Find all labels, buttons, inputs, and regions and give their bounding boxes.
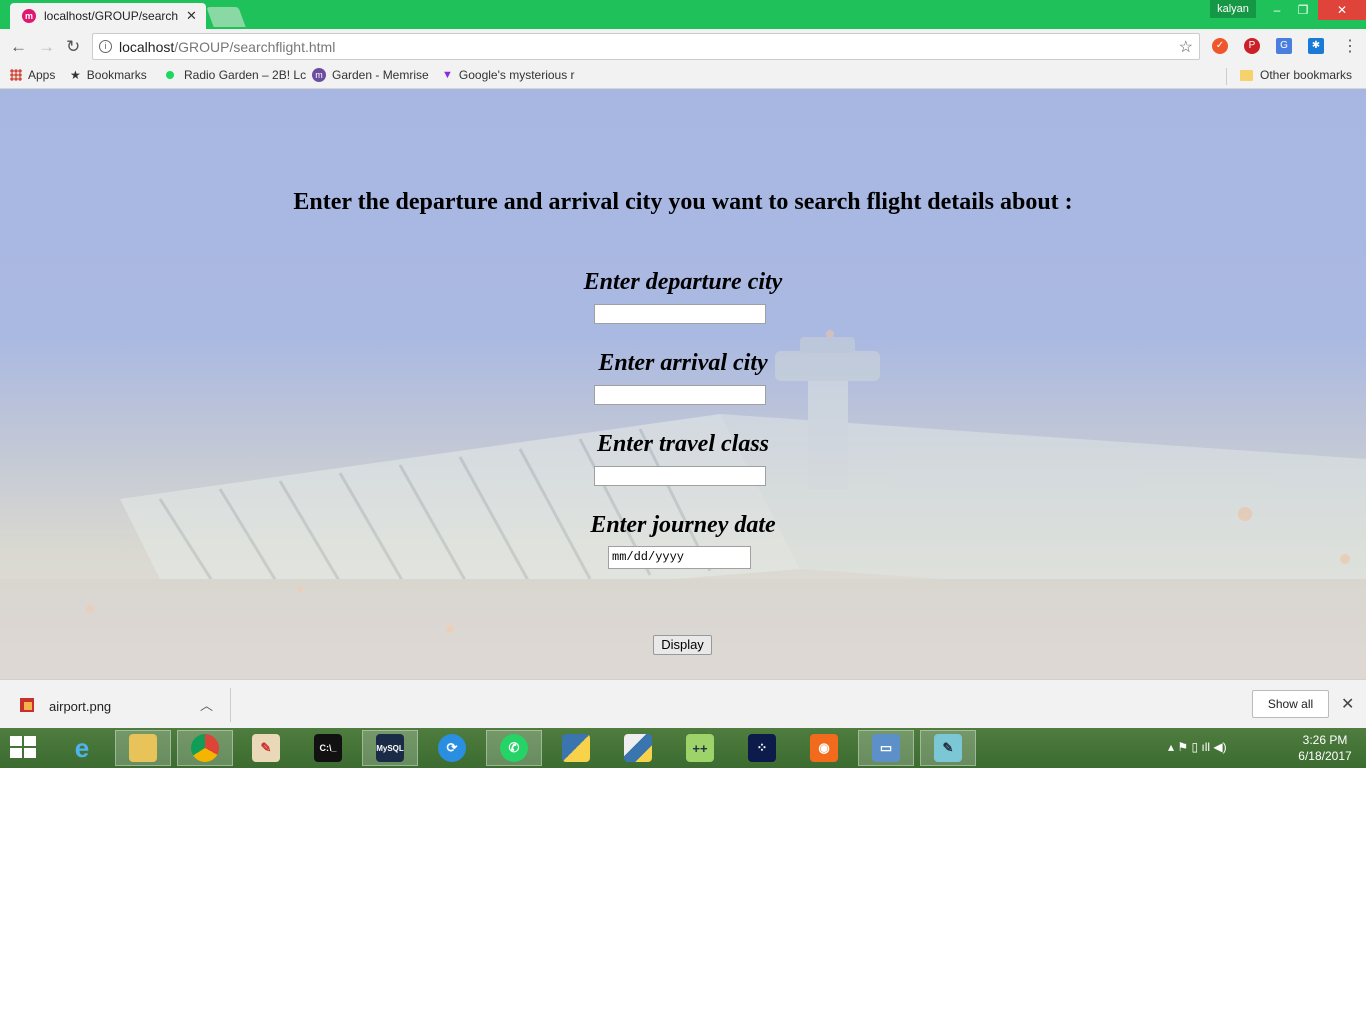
bookmark-google-article[interactable]: ▼ Google's mysterious r	[442, 68, 575, 82]
memrise-favicon-icon: m	[22, 9, 36, 23]
memrise-icon: m	[312, 68, 326, 82]
whatsapp-icon[interactable]: ✆	[486, 730, 542, 766]
travel-class-label: Enter travel class	[597, 431, 769, 457]
restore-button[interactable]: ❐	[1290, 0, 1316, 20]
bookmark-separator	[1226, 68, 1227, 85]
browser-tab[interactable]: m localhost/GROUP/searchf ✕	[10, 3, 206, 29]
pinterest-icon[interactable]: P	[1244, 38, 1260, 54]
arrival-city-input[interactable]	[594, 385, 766, 405]
notepad-plus-icon[interactable]: ++	[672, 730, 728, 766]
back-icon[interactable]: ←	[10, 37, 27, 57]
mysql-icon[interactable]: MySQL	[362, 730, 418, 766]
date-label: 6/18/2017	[1298, 749, 1352, 763]
bookmark-label: Apps	[28, 68, 56, 82]
translate-icon[interactable]: G	[1276, 38, 1292, 54]
bookmark-radio-garden[interactable]: Radio Garden – 2B! Lc	[166, 68, 306, 82]
chevron-up-icon[interactable]: ︿	[200, 695, 213, 714]
journey-date-input[interactable]: mm/dd/yyyy	[608, 546, 751, 569]
notes-icon[interactable]: ✎	[920, 730, 976, 766]
minimize-button[interactable]: –	[1264, 0, 1290, 20]
page-content: Enter the departure and arrival city you…	[0, 89, 1366, 679]
address-bar[interactable]: i localhost/GROUP/searchflight.html ☆	[92, 33, 1200, 60]
clock[interactable]: 3:26 PM 6/18/2017	[1290, 732, 1360, 764]
menu-icon[interactable]: ⋮	[1342, 36, 1358, 56]
bookmark-label: Garden - Memrise	[332, 68, 429, 82]
arrival-label: Enter arrival city	[598, 350, 768, 376]
download-bar: airport.png ︿ Show all ✕	[0, 679, 1366, 728]
folder-icon	[1240, 69, 1253, 81]
command-prompt-icon[interactable]: C:\_	[300, 730, 356, 766]
url-host: localhost	[119, 38, 175, 55]
display-button[interactable]: Display	[653, 635, 712, 655]
file-explorer-icon[interactable]	[115, 730, 171, 766]
bookmarks-bar: Apps ★ Bookmarks Radio Garden – 2B! Lc mG…	[0, 64, 1366, 89]
download-file-name[interactable]: airport.png	[49, 699, 111, 714]
new-tab-button[interactable]	[206, 7, 246, 27]
bookmark-label: Other bookmarks	[1260, 68, 1353, 82]
bookmark-memrise[interactable]: m Garden - Memrise	[312, 68, 429, 82]
star-icon: ★	[70, 68, 81, 82]
bookmark-label: Google's mysterious r	[458, 68, 575, 82]
radio-garden-icon	[166, 71, 174, 79]
title-bar: m localhost/GROUP/searchf ✕ kalyan – ❐ ✕	[0, 0, 1366, 29]
journey-date-label: Enter journey date	[590, 512, 776, 538]
bookmark-apps[interactable]: Apps	[10, 68, 55, 82]
photos-icon[interactable]: ▭	[858, 730, 914, 766]
tab-title: localhost/GROUP/searchf	[44, 9, 178, 23]
python-idle-icon[interactable]	[548, 730, 604, 766]
close-icon[interactable]: ✕	[1341, 694, 1354, 714]
download-separator	[230, 688, 231, 722]
chrome-icon[interactable]	[177, 730, 233, 766]
tab-close-icon[interactable]: ✕	[186, 8, 197, 24]
image-file-icon	[20, 698, 34, 712]
show-all-button[interactable]: Show all	[1252, 690, 1329, 718]
departure-label: Enter departure city	[583, 269, 783, 295]
verge-icon: ▼	[442, 69, 453, 81]
info-icon[interactable]: i	[99, 40, 112, 53]
reload-icon[interactable]: ↻	[66, 37, 80, 57]
apps-grid-icon	[10, 69, 22, 81]
windows-start-icon[interactable]	[10, 736, 38, 760]
bookmark-label: Bookmarks	[86, 68, 147, 82]
python-file-icon[interactable]	[610, 730, 666, 766]
system-tray[interactable]: ▴ ⚑ ▯ ıll ◀)	[1168, 740, 1227, 754]
internet-explorer-icon[interactable]: e	[54, 730, 110, 766]
airport-background-image	[0, 330, 1366, 679]
bookmark-bookmarks[interactable]: ★ Bookmarks	[70, 68, 147, 82]
departure-city-input[interactable]	[594, 304, 766, 324]
bookmark-label: Radio Garden – 2B! Lc	[184, 68, 307, 82]
windows-taskbar: e ✎ C:\_ MySQL ⟳ ✆ ++ ⁘ ◉ ▭ ✎ ▴ ⚑ ▯ ıll …	[0, 728, 1366, 768]
forward-icon[interactable]: →	[38, 37, 55, 57]
sync-app-icon[interactable]: ⟳	[424, 730, 480, 766]
url-path: /GROUP/searchflight.html	[174, 38, 336, 55]
paint-icon[interactable]: ✎	[238, 730, 294, 766]
screen-record-icon[interactable]: ◉	[796, 730, 852, 766]
page-heading: Enter the departure and arrival city you…	[293, 189, 1073, 215]
dots-app-icon[interactable]: ⁘	[734, 730, 790, 766]
profile-button[interactable]: kalyan	[1210, 0, 1256, 18]
bookmark-other[interactable]: Other bookmarks	[1240, 68, 1352, 82]
travel-class-input[interactable]	[594, 466, 766, 486]
time-label: 3:26 PM	[1302, 733, 1348, 747]
close-window-button[interactable]: ✕	[1318, 0, 1366, 20]
browser-toolbar: ← → ↻ i localhost/GROUP/searchflight.htm…	[0, 29, 1366, 64]
brave-icon[interactable]: ✓	[1212, 38, 1228, 54]
bookmark-star-icon[interactable]: ☆	[1179, 37, 1193, 57]
snowflake-icon[interactable]: ✱	[1308, 38, 1324, 54]
